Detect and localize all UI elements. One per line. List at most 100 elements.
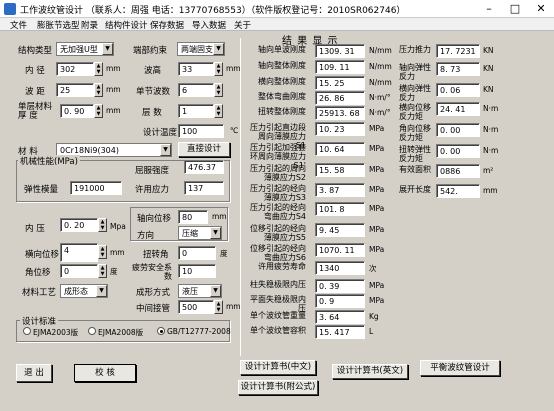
axial-disp-label: 轴向位移: [137, 214, 172, 224]
check-button[interactable]: 校 核: [74, 364, 136, 382]
forming-select[interactable]: 液压 ▼: [178, 284, 222, 298]
result-unit: MPa: [369, 124, 385, 133]
direction-select[interactable]: 压缩 ▼: [178, 226, 222, 240]
wave-height-spinner[interactable]: ▲ ▼: [214, 62, 223, 76]
mid-support-input[interactable]: 500: [178, 300, 214, 314]
waves-label: 单节波数: [136, 87, 171, 97]
result-unit: MPa: [369, 165, 385, 174]
std-label-gb: GB/T12777-2008: [167, 327, 231, 336]
inner-dia-label: 内 径: [25, 66, 45, 76]
result-value: 1340: [315, 261, 365, 275]
inner-dia-input[interactable]: 302: [56, 62, 94, 76]
std-radio-gb[interactable]: [157, 327, 165, 335]
result2-unit: KN: [483, 85, 494, 94]
pressure-spinner[interactable]: ▲ ▼: [98, 218, 107, 232]
dropdown-arrow-icon[interactable]: ▼: [96, 285, 107, 297]
angular-input[interactable]: 0: [60, 264, 98, 278]
end-constraint-label: 端部约束: [133, 46, 168, 56]
result-value: 15. 417: [315, 325, 365, 339]
menu-file[interactable]: 文件: [10, 19, 27, 31]
result-label: 轴向整体刚度: [258, 61, 306, 70]
result-unit: MPa: [369, 225, 385, 234]
mid-support-label: 中间接管: [136, 304, 171, 314]
menu-structure[interactable]: 结构件设计: [105, 19, 148, 31]
result2-unit: KN: [483, 64, 494, 73]
menu-appendix[interactable]: 附录: [81, 19, 98, 31]
angular-spinner[interactable]: ▲ ▼: [98, 264, 107, 278]
ply-thickness-input[interactable]: 0. 90: [60, 104, 94, 118]
direction-value: 压缩: [182, 229, 198, 238]
inner-dia-spinner[interactable]: ▲ ▼: [94, 62, 103, 76]
dropdown-arrow-icon[interactable]: ▼: [210, 285, 221, 297]
result2-value: 0. 06: [436, 83, 480, 97]
angular-unit: 度: [110, 267, 118, 276]
exit-button[interactable]: 退 出: [16, 364, 52, 382]
menu-about[interactable]: 关于: [234, 19, 251, 31]
end-constraint-value: 两端固支: [181, 45, 213, 54]
maximize-button[interactable]: □: [502, 0, 528, 17]
end-constraint-select[interactable]: 两端固支 ▼: [177, 42, 225, 56]
menu-selection[interactable]: 膨胀节选型: [37, 19, 80, 31]
allowable-input[interactable]: 137: [184, 181, 224, 195]
dropdown-arrow-icon[interactable]: ▼: [102, 43, 113, 55]
design-temp-input[interactable]: 100: [178, 124, 224, 138]
menu-import[interactable]: 导入数据: [192, 19, 226, 31]
waves-input[interactable]: 6: [178, 83, 214, 97]
forming-value: 液压: [182, 287, 198, 296]
lateral-input[interactable]: 4: [60, 243, 98, 262]
yield-input[interactable]: 476.37: [184, 160, 224, 174]
design-temp-label: 设计温度: [143, 128, 178, 138]
result-label: 轴向单波刚度: [258, 45, 306, 54]
pitch-input[interactable]: 25: [56, 83, 94, 97]
minimize-button[interactable]: –: [476, 0, 502, 17]
axial-disp-input[interactable]: 80: [178, 210, 208, 224]
std-radio-ejma2003[interactable]: [23, 327, 31, 335]
calc-cn-button[interactable]: 设计计算书(中文): [240, 360, 316, 375]
close-button[interactable]: ✕: [528, 0, 554, 17]
menu-save[interactable]: 保存数据: [150, 19, 184, 31]
result-label: 位移引起的经向弯曲应力S6: [250, 244, 306, 262]
fatigue-sf-input[interactable]: 10: [178, 264, 216, 278]
ply-thickness-unit: mm: [106, 106, 121, 115]
result2-value: 0886: [436, 164, 480, 178]
dropdown-arrow-icon[interactable]: ▼: [210, 227, 221, 239]
result-unit: L: [369, 327, 374, 336]
waves-spinner[interactable]: ▲ ▼: [214, 83, 223, 97]
result2-value: 0. 00: [436, 123, 480, 137]
direct-design-button[interactable]: 直接设计: [178, 142, 230, 157]
result-label: 许用疲劳寿命: [258, 262, 306, 271]
result2-label: 展开长度: [399, 185, 431, 194]
dropdown-arrow-icon[interactable]: ▼: [213, 43, 224, 55]
dropdown-arrow-icon[interactable]: ▼: [160, 144, 171, 156]
menu-bar: 文件 膨胀节选型 附录 结构件设计 保存数据 导入数据 关于: [0, 18, 554, 31]
result-unit: MPa: [369, 245, 385, 254]
result-value: 15. 25: [315, 76, 365, 90]
process-select[interactable]: 成形态 ▼: [60, 284, 108, 298]
result-value: 15. 58: [315, 163, 365, 177]
result2-label: 轴向弹性反力: [399, 63, 431, 81]
result-unit: MPa: [369, 144, 385, 153]
pitch-spinner[interactable]: ▲ ▼: [94, 83, 103, 97]
result2-label: 横向位移反力矩: [399, 103, 431, 121]
std-radio-ejma2008[interactable]: [88, 327, 96, 335]
wave-height-input[interactable]: 33: [178, 62, 214, 76]
ply-thickness-spinner[interactable]: ▲ ▼: [94, 104, 103, 118]
calc-formula-button[interactable]: 设计计算书(附公式): [238, 380, 318, 395]
pressure-input[interactable]: 0. 20: [60, 218, 98, 232]
torsion-input[interactable]: 0: [178, 246, 216, 260]
elastic-input[interactable]: 191000: [70, 181, 122, 195]
forming-label: 成形方式: [136, 288, 171, 298]
plies-input[interactable]: 1: [178, 104, 214, 118]
lateral-spinner[interactable]: ▲ ▼: [98, 245, 107, 259]
plies-spinner[interactable]: ▲ ▼: [214, 104, 223, 118]
yield-label: 屈服强度: [135, 166, 170, 176]
structure-type-select[interactable]: 无加强U型 ▼: [56, 42, 114, 56]
flat-bellows-button[interactable]: 平衡波纹管设计: [420, 360, 500, 376]
result-label: 压力引起的经向薄膜应力S3: [250, 184, 306, 202]
mid-support-spinner[interactable]: ▲ ▼: [214, 300, 223, 314]
calc-en-button[interactable]: 设计计算书(英文): [332, 364, 408, 379]
result2-value: 542.: [436, 184, 480, 198]
result2-unit: KN: [483, 46, 494, 55]
result-label: 单个波纹管容积: [250, 326, 306, 335]
structure-type-label: 结构类型: [18, 46, 53, 56]
